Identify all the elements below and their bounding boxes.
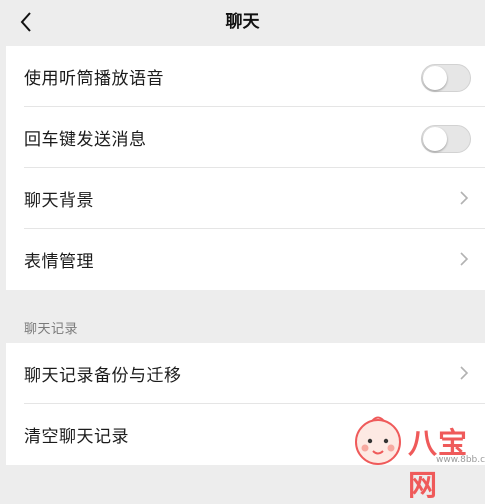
setting-label-voice-earpiece: 使用听筒播放语音 [24,69,164,89]
chevron-right-icon [460,191,469,205]
setting-label-chat-background: 聊天背景 [24,191,94,211]
setting-row-sticker-management[interactable]: 表情管理 [6,229,485,290]
setting-row-voice-earpiece: 使用听筒播放语音 [6,46,485,107]
watermark-url: www.8bb.com [436,455,485,465]
toggle-knob [423,127,447,151]
chevron-right-icon [460,252,469,266]
setting-row-enter-to-send: 回车键发送消息 [6,107,485,168]
setting-label-enter-to-send: 回车键发送消息 [24,130,147,150]
chevron-right-icon [460,366,469,380]
setting-row-backup-migrate[interactable]: 聊天记录备份与迁移 [6,343,485,404]
voice-earpiece-toggle[interactable] [421,64,471,92]
setting-label-backup-migrate: 聊天记录备份与迁移 [24,366,182,386]
page-title: 聊天 [225,12,260,32]
enter-to-send-toggle[interactable] [421,125,471,153]
toggle-knob [423,66,447,90]
watermark: 八宝网 www.8bb.com [350,412,485,502]
setting-row-chat-background[interactable]: 聊天背景 [6,168,485,229]
baby-face-logo [355,416,401,465]
navigation-bar: 聊天 [0,0,485,46]
section-header-chat-history: 聊天记录 [24,322,79,337]
settings-group: 使用听筒播放语音 回车键发送消息 聊天背景 表情管理 [6,46,485,290]
setting-label-clear-history: 清空聊天记录 [24,427,129,447]
setting-label-sticker-management: 表情管理 [24,252,94,272]
